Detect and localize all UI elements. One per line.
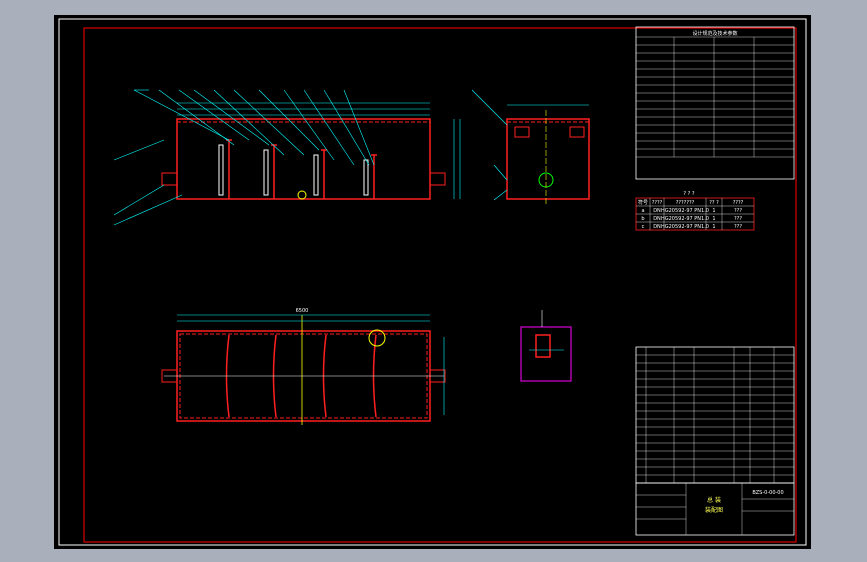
cad-viewport[interactable]: 6500 设计规范及技术参数 ? ? ? 符号 ???? ??????? ?? … xyxy=(54,15,811,549)
nozzle-table-cell: b xyxy=(641,216,644,222)
nozzle-table-header: ???? xyxy=(652,200,663,206)
nozzle-table-cell: HG20592-97 PN1.0 xyxy=(661,208,709,214)
nozzle-table-cell: DN xyxy=(653,216,661,222)
drawing-border xyxy=(83,27,797,543)
plan-dimension-text: 6500 xyxy=(296,308,309,314)
nozzle-table-cell: 1 xyxy=(712,216,715,222)
flange-detail-view xyxy=(520,310,572,382)
plan-view: 6500 xyxy=(161,308,446,425)
nozzle-table-cell: 1 xyxy=(712,224,715,230)
nozzle-table: ? ? ? 符号????????????? ? ????a DN HG20592-97… xyxy=(635,191,755,231)
side-view xyxy=(471,89,590,205)
nozzle-table-title: ? ? ? xyxy=(683,191,694,197)
nozzle-table-cell: DN xyxy=(653,224,661,230)
nozzle-table-cell: a xyxy=(641,208,644,214)
nozzle-table-cell: HG20592-97 PN1.0 xyxy=(661,224,709,230)
nozzle-table-cell: c xyxy=(642,224,645,230)
cad-drawing: 6500 设计规范及技术参数 ? ? ? 符号 ???? ??????? ?? … xyxy=(58,18,807,546)
title-block: 总 装 装配图 BZS-0-00-00 xyxy=(635,482,795,536)
nozzle-table-header: 符号 xyxy=(638,199,648,206)
nozzle-table-cell: ??? xyxy=(734,224,742,230)
nozzle-table-header: ?? ? xyxy=(709,200,719,206)
nozzle-table-cell: HG20592-97 PN1.0 xyxy=(661,216,709,222)
drawing-number: BZS-0-00-00 xyxy=(752,490,783,496)
nozzle-table-header: ??????? xyxy=(676,200,695,206)
nozzle-table-cell: ??? xyxy=(734,216,742,222)
nozzle-table-cell: 1 xyxy=(712,208,715,214)
parts-list xyxy=(635,346,795,484)
nozzle-table-header: ???? xyxy=(733,200,744,206)
spec-table: 设计规范及技术参数 xyxy=(635,26,795,180)
nozzle-table-cell: ??? xyxy=(734,208,742,214)
title-line-2: 装配图 xyxy=(705,506,723,514)
front-elevation-view xyxy=(113,89,461,226)
nozzle-table-cell: DN xyxy=(653,208,661,214)
title-line-1: 总 装 xyxy=(707,496,721,504)
spec-table-title: 设计规范及技术参数 xyxy=(692,30,737,37)
